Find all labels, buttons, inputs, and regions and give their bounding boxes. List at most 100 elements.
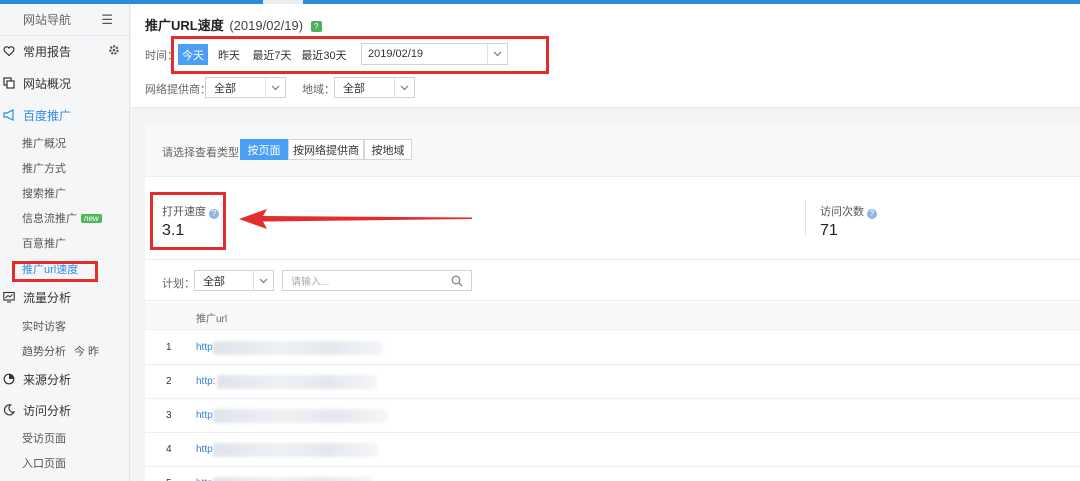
row-index: 1: [166, 342, 172, 353]
sidebar-item-label: 来源分析: [23, 372, 72, 387]
sidebar-item-label: 流量分析: [23, 290, 72, 305]
megaphone-icon: [2, 108, 16, 122]
filter-panel: 推广URL速度 (2019/02/19) ? 时间： 今天 昨天 最近7天 最近…: [131, 4, 1080, 108]
sidebar-item-label: 百度推广: [23, 108, 72, 123]
view-type-by-isp[interactable]: 按网络提供商: [288, 139, 364, 160]
region-label: 地域：: [302, 84, 335, 96]
table-header: 推广url: [145, 302, 1080, 330]
page-title-text: 推广URL速度: [145, 18, 224, 33]
sidebar-item-trend-analysis[interactable]: 趋势分析 今 昨: [0, 338, 130, 364]
visits-value: 71: [820, 222, 838, 239]
plan-select[interactable]: 全部: [194, 270, 274, 291]
sidebar-item-label: 信息流推广: [22, 213, 77, 225]
region-select-value: 全部: [343, 82, 365, 95]
region-select[interactable]: 全部: [334, 77, 415, 98]
sidebar-title: 网站导航: [23, 13, 72, 27]
sidebar-item-promotion-overview[interactable]: 推广概况: [0, 130, 130, 156]
highlight-box-open-speed: [150, 192, 226, 250]
row-index: 3: [166, 410, 172, 421]
view-type-by-page[interactable]: 按页面: [240, 139, 288, 160]
sidebar-item-visit-analysis[interactable]: 访问分析: [0, 397, 130, 423]
redacted-blur: [213, 409, 388, 423]
view-type-by-region[interactable]: 按地域: [364, 139, 412, 160]
help-icon[interactable]: ?: [310, 21, 322, 32]
view-type-bar: 请选择查看类型： 按页面 按网络提供商 按地域: [145, 124, 1080, 177]
metrics-section: 打开速度? 3.1 访问次数? 71: [145, 178, 1080, 260]
plan-filter-row: 计划： 全部 请输入...: [145, 261, 1080, 301]
sidebar-item-search-promotion[interactable]: 搜索推广: [0, 180, 130, 206]
visits-label: 访问次数?: [820, 203, 877, 219]
sidebar-item-label: 百意推广: [22, 238, 66, 250]
sidebar-item-label: 搜索推广: [22, 188, 66, 200]
sidebar-header: 网站导航 ☰: [0, 4, 129, 36]
isp-label: 网络提供商：: [145, 84, 211, 96]
highlight-box-time-filter: [171, 36, 549, 74]
main-content: 推广URL速度 (2019/02/19) ? 时间： 今天 昨天 最近7天 最近…: [131, 4, 1080, 481]
sidebar-item-source-analysis[interactable]: 来源分析: [0, 366, 130, 392]
sidebar-item-label: 网站概况: [23, 76, 72, 91]
view-type-label: 请选择查看类型：: [162, 147, 250, 159]
isp-select[interactable]: 全部: [205, 77, 286, 98]
gear-icon[interactable]: [108, 44, 120, 59]
sidebar: 网站导航 ☰ 常用报告 网站概况 百度推广 推广概况 推广方式 搜索推广 信息流…: [0, 4, 130, 481]
row-url-link[interactable]: http: [196, 444, 213, 455]
overview-icon: [2, 76, 16, 90]
column-header-url: 推广url: [196, 314, 228, 325]
row-index: 2: [166, 376, 172, 387]
content-panel: 请选择查看类型： 按页面 按网络提供商 按地域 打开速度? 3.1 访问次数? …: [145, 124, 1080, 481]
monitor-chart-icon: [2, 290, 16, 304]
sidebar-item-visited-pages[interactable]: 受访页面: [0, 425, 130, 451]
redacted-blur: [213, 443, 378, 457]
table-row[interactable]: 2 http:: [145, 365, 1080, 399]
redacted-blur: [213, 477, 373, 481]
sidebar-item-label: 实时访客: [22, 321, 66, 333]
table-row[interactable]: 5 http: [145, 467, 1080, 481]
sidebar-item-promotion-methods[interactable]: 推广方式: [0, 155, 130, 181]
row-url-link[interactable]: http: [196, 410, 213, 421]
row-url-link[interactable]: http: [196, 342, 213, 353]
highlight-box-sidebar: [12, 261, 98, 282]
page-title: 推广URL速度 (2019/02/19) ?: [145, 15, 322, 34]
sidebar-item-label: 趋势分析: [22, 346, 66, 358]
table-row[interactable]: 3 http: [145, 399, 1080, 433]
moon-icon: [2, 403, 16, 417]
redacted-blur: [213, 341, 383, 355]
sidebar-item-baiyi-promotion[interactable]: 百意推广: [0, 230, 130, 256]
chevron-down-icon: [253, 271, 273, 291]
sidebar-item-traffic-analysis[interactable]: 流量分析: [0, 284, 130, 310]
redacted-blur: [217, 375, 377, 389]
plan-select-value: 全部: [203, 275, 225, 288]
sidebar-item-label: 入口页面: [22, 458, 66, 470]
search-input[interactable]: 请输入...: [282, 270, 472, 291]
row-url-link[interactable]: http:: [196, 376, 215, 387]
sidebar-item-label: 常用报告: [23, 44, 72, 59]
page-title-date: (2019/02/19): [229, 18, 304, 33]
search-icon[interactable]: [451, 275, 463, 290]
visits-label-text: 访问次数: [820, 206, 864, 218]
annotation-arrow: [239, 209, 472, 229]
trend-shortcuts[interactable]: 今 昨: [74, 343, 99, 359]
sidebar-item-entry-pages[interactable]: 入口页面: [0, 450, 130, 476]
sidebar-item-label: 推广方式: [22, 163, 66, 175]
table-row[interactable]: 4 http: [145, 433, 1080, 467]
new-badge: new: [81, 213, 102, 223]
sidebar-item-label: 受访页面: [22, 433, 66, 445]
sidebar-item-feed-promotion[interactable]: 信息流推广 new: [0, 205, 130, 231]
chevron-down-icon: [394, 78, 414, 98]
sidebar-item-site-overview[interactable]: 网站概况: [0, 70, 130, 96]
collapse-menu-icon[interactable]: ☰: [101, 12, 113, 28]
heart-icon: [2, 44, 16, 58]
search-placeholder: 请输入...: [291, 277, 330, 288]
chevron-down-icon: [265, 78, 285, 98]
pie-chart-icon: [2, 372, 16, 386]
sidebar-item-realtime-visitors[interactable]: 实时访客: [0, 313, 130, 339]
plan-label: 计划：: [162, 278, 195, 290]
sidebar-item-label: 访问分析: [23, 403, 72, 418]
sidebar-item-label: 推广概况: [22, 138, 66, 150]
sidebar-item-baidu-promotion[interactable]: 百度推广: [0, 102, 130, 128]
isp-select-value: 全部: [214, 82, 236, 95]
metric-divider: [805, 200, 806, 236]
table-row[interactable]: 1 http: [145, 331, 1080, 365]
help-icon[interactable]: ?: [867, 209, 877, 219]
sidebar-item-common-reports[interactable]: 常用报告: [0, 38, 130, 64]
